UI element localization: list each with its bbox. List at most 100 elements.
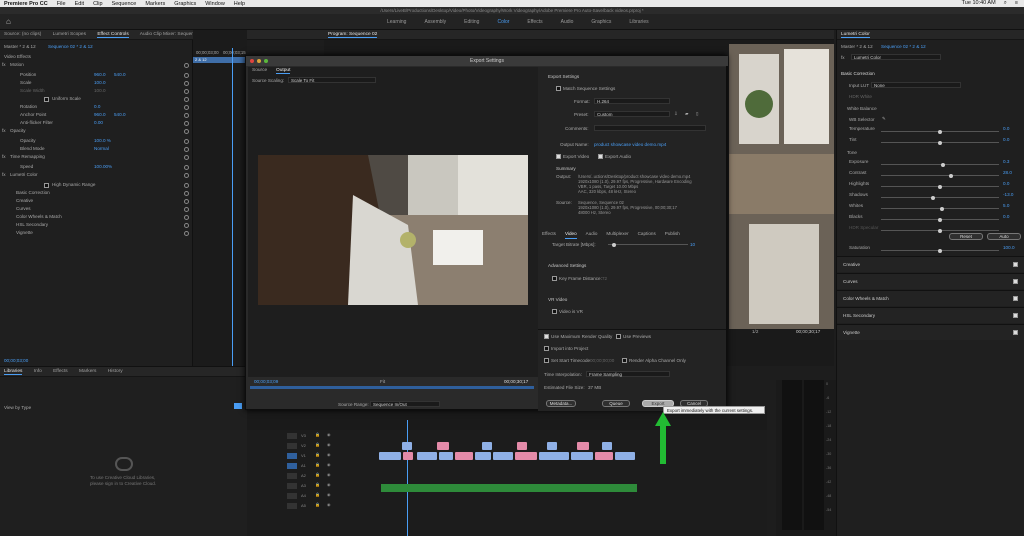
- lumetri-section-toggle[interactable]: [1013, 313, 1018, 318]
- eye-icon[interactable]: ◉: [327, 452, 331, 457]
- export-video-checkbox[interactable]: Export Video: [556, 154, 589, 160]
- keyframe-checkbox[interactable]: Key Frame Distance:: [552, 276, 602, 282]
- eye-icon[interactable]: ◉: [327, 482, 331, 487]
- lumetri-section-toggle[interactable]: [1013, 330, 1018, 335]
- saturation-value[interactable]: 100.0: [1003, 245, 1015, 250]
- timeline-clip[interactable]: [517, 442, 527, 450]
- lumetri-slider-track[interactable]: [881, 173, 999, 178]
- tab-libraries[interactable]: Libraries: [4, 369, 23, 375]
- lumetri-slider-track[interactable]: [881, 184, 999, 189]
- basic-correction-header[interactable]: Basic Correction: [841, 71, 875, 76]
- lumetri-section-creative[interactable]: Creative: [837, 256, 1024, 272]
- export-audio-checkbox[interactable]: Export Audio: [598, 154, 631, 160]
- effect-param-value[interactable]: Normal: [94, 146, 109, 151]
- workspace-graphics[interactable]: Graphics: [582, 14, 620, 30]
- lumetri-section-toggle[interactable]: [1013, 296, 1018, 301]
- lumetri-section-curves[interactable]: Curves: [837, 273, 1024, 289]
- lumetri-sequence[interactable]: Sequence 02 * 2 & 12: [881, 44, 926, 49]
- menu-window[interactable]: Window: [205, 1, 225, 7]
- timeline-clip[interactable]: [493, 452, 513, 460]
- set-start-timecode-checkbox[interactable]: Set Start Timecode: [544, 358, 590, 364]
- timeline-clip[interactable]: [539, 452, 569, 460]
- start-timecode-value[interactable]: 00;00;00;00: [590, 358, 614, 363]
- subtab-multiplexer[interactable]: Multiplexer: [606, 231, 628, 239]
- timeline-clip[interactable]: [417, 452, 437, 460]
- reset-param-icon[interactable]: [184, 191, 189, 196]
- reset-param-icon[interactable]: [184, 105, 189, 110]
- menu-list-icon[interactable]: ≡: [1015, 0, 1018, 7]
- timeline-clip[interactable]: [602, 442, 612, 450]
- timeline-clip[interactable]: [482, 442, 492, 450]
- menu-graphics[interactable]: Graphics: [174, 1, 196, 7]
- workspace-audio[interactable]: Audio: [552, 14, 583, 30]
- reset-param-icon[interactable]: [184, 231, 189, 236]
- lumetri-slider-knob[interactable]: [949, 173, 954, 178]
- track-target-toggle[interactable]: [287, 483, 297, 489]
- menu-markers[interactable]: Markers: [145, 1, 165, 7]
- time-interpolation-select[interactable]: Frame Sampling: [586, 371, 670, 377]
- workspace-effects[interactable]: Effects: [518, 14, 551, 30]
- lock-icon[interactable]: 🔒: [315, 432, 320, 437]
- lumetri-slider-value[interactable]: 0.0: [1003, 214, 1009, 219]
- reset-param-icon[interactable]: [184, 121, 189, 126]
- lock-icon[interactable]: 🔒: [315, 462, 320, 467]
- export-in-timecode[interactable]: 00;00;03;09: [254, 379, 278, 384]
- menu-sequence[interactable]: Sequence: [112, 1, 137, 7]
- timeline-clip[interactable]: [437, 442, 449, 450]
- lock-icon[interactable]: 🔒: [315, 452, 320, 457]
- queue-button[interactable]: Queue: [602, 400, 630, 407]
- tab-source[interactable]: Source: (no clips): [4, 32, 41, 37]
- comments-input[interactable]: [594, 125, 706, 131]
- metadata-button[interactable]: Metadata...: [546, 400, 576, 407]
- lumetri-auto-button[interactable]: Auto: [987, 233, 1021, 240]
- menu-search-icon[interactable]: ⌕: [1004, 0, 1007, 7]
- eye-icon[interactable]: ◉: [327, 492, 331, 497]
- delete-preset-icon[interactable]: ▯: [696, 111, 699, 117]
- lumetri-slider-track[interactable]: [881, 217, 999, 222]
- fx-icon[interactable]: fx: [2, 128, 6, 133]
- track-target-toggle[interactable]: [287, 463, 297, 469]
- lock-icon[interactable]: 🔒: [315, 502, 320, 507]
- timeline-clip[interactable]: [595, 452, 613, 460]
- tab-effects[interactable]: Effects: [53, 369, 68, 374]
- subtab-captions[interactable]: Captions: [638, 231, 656, 239]
- eye-icon[interactable]: ◉: [327, 442, 331, 447]
- lumetri-slider-value[interactable]: 0.0: [1003, 137, 1009, 142]
- workspace-libraries[interactable]: Libraries: [620, 14, 657, 30]
- reset-param-icon[interactable]: [184, 165, 189, 170]
- timeline-clip[interactable]: [439, 452, 453, 460]
- tab-effect-controls[interactable]: Effect Controls: [97, 32, 129, 38]
- effect-param-value[interactable]: 0.00: [94, 120, 103, 125]
- lumetri-slider-value[interactable]: 5.0: [1003, 203, 1009, 208]
- workspace-assembly[interactable]: Assembly: [415, 14, 455, 30]
- timeline-clip[interactable]: [403, 452, 413, 460]
- target-bitrate-value[interactable]: 10: [690, 242, 695, 247]
- reset-param-icon[interactable]: [184, 129, 189, 134]
- subtab-effects[interactable]: Effects: [542, 231, 556, 239]
- lumetri-slider-value[interactable]: 0.0: [1003, 126, 1009, 131]
- effect-param-value[interactable]: 100.0 %: [94, 138, 111, 143]
- track-target-toggle[interactable]: [287, 493, 297, 499]
- effect-checkbox[interactable]: [44, 97, 49, 102]
- export-settings-header[interactable]: Export Settings: [548, 74, 579, 79]
- program-title[interactable]: Program: Sequence 02: [328, 32, 378, 38]
- lumetri-section-color-wheels-match[interactable]: Color Wheels & Match: [837, 290, 1024, 306]
- eyedropper-icon[interactable]: ✎: [882, 116, 886, 122]
- reset-param-icon[interactable]: [184, 207, 189, 212]
- menu-edit[interactable]: Edit: [75, 1, 84, 7]
- lumetri-slider-knob[interactable]: [931, 195, 936, 200]
- video-is-vr-checkbox[interactable]: Video is VR: [552, 309, 583, 315]
- timeline-clip[interactable]: [475, 452, 491, 460]
- fit-select[interactable]: Fit: [380, 379, 385, 384]
- lock-icon[interactable]: 🔒: [315, 492, 320, 497]
- audio-clip[interactable]: [381, 484, 637, 492]
- timeline-clip[interactable]: [455, 452, 473, 460]
- target-bitrate-slider[interactable]: [608, 242, 688, 247]
- lumetri-section-toggle[interactable]: [1013, 262, 1018, 267]
- import-preset-icon[interactable]: ▰: [685, 111, 689, 117]
- reset-param-icon[interactable]: [184, 173, 189, 178]
- eye-icon[interactable]: ◉: [327, 502, 331, 507]
- zoom-window-icon[interactable]: [264, 59, 268, 63]
- timeline-clip[interactable]: [379, 452, 401, 460]
- lumetri-section-toggle[interactable]: [1013, 279, 1018, 284]
